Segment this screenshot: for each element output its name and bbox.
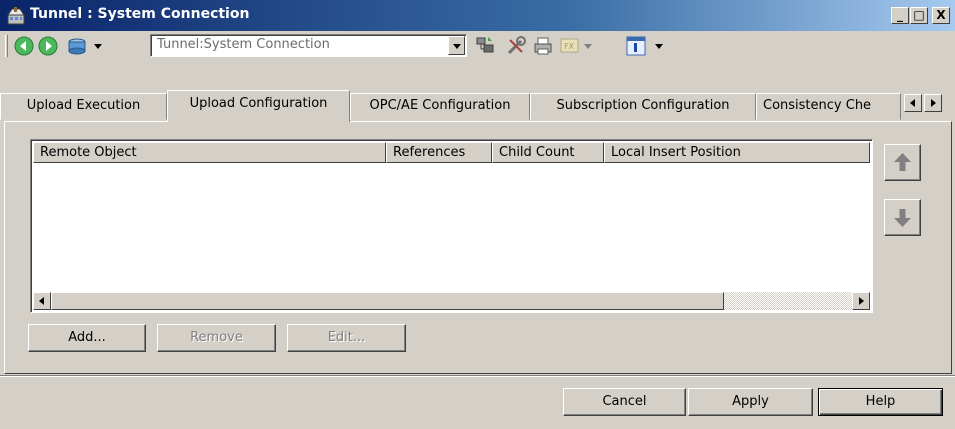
edit-button[interactable]: Edit... xyxy=(287,324,406,352)
caret-right-icon xyxy=(859,297,864,305)
column-header-child-count[interactable]: Child Count xyxy=(492,142,604,163)
info-menu-button[interactable] xyxy=(626,35,668,57)
minimize-button[interactable]: _ xyxy=(891,7,909,24)
arrow-up-icon xyxy=(894,153,911,171)
title-bar: Tunnel : System Connection _ □ X xyxy=(0,0,955,31)
object-icon xyxy=(66,36,88,60)
maximize-button[interactable]: □ xyxy=(910,7,928,24)
back-arrow-icon[interactable] xyxy=(14,36,34,56)
divider xyxy=(0,375,955,377)
column-header-local-insert-position[interactable]: Local Insert Position xyxy=(604,142,870,163)
toolbar: Tunnel:System Connection FX xyxy=(0,31,955,60)
inactive-icon: FX xyxy=(560,37,580,59)
chevron-down-icon xyxy=(453,44,461,49)
minimize-icon: _ xyxy=(897,8,903,22)
chevron-down-icon xyxy=(584,44,592,49)
tab-scroll-right-button[interactable] xyxy=(924,94,942,112)
window-title: Tunnel : System Connection xyxy=(30,6,250,22)
apply-button[interactable]: Apply xyxy=(688,388,813,416)
caret-left-icon xyxy=(39,297,44,305)
forward-arrow-icon[interactable] xyxy=(38,36,58,56)
remove-label: Remove xyxy=(190,330,243,345)
tab-label: Consistency Che xyxy=(763,98,872,113)
info-icon xyxy=(626,36,646,60)
column-header-references[interactable]: References xyxy=(386,142,492,163)
chevron-down-icon xyxy=(655,44,663,49)
toolbar-grip[interactable] xyxy=(5,35,8,57)
path-dropdown-button[interactable] xyxy=(448,36,465,55)
tab-opc-ae-configuration[interactable]: OPC/AE Configuration xyxy=(350,93,530,120)
column-label: References xyxy=(393,145,466,160)
apply-label: Apply xyxy=(732,394,769,409)
help-label: Help xyxy=(865,394,896,409)
tools-icon[interactable] xyxy=(505,35,527,61)
cancel-label: Cancel xyxy=(602,394,647,409)
object-menu-button[interactable] xyxy=(66,35,110,57)
tab-strip: Upload Execution Upload Configuration OP… xyxy=(0,90,955,122)
help-button[interactable]: Help xyxy=(818,388,943,416)
column-header-remote-object[interactable]: Remote Object xyxy=(33,142,386,163)
print-icon[interactable] xyxy=(532,35,554,61)
tab-upload-configuration[interactable]: Upload Configuration xyxy=(167,90,350,122)
horizontal-scrollbar[interactable] xyxy=(33,292,870,310)
scroll-left-button[interactable] xyxy=(33,292,51,310)
add-label: Add... xyxy=(68,330,106,345)
tab-subscription-configuration[interactable]: Subscription Configuration xyxy=(530,93,756,120)
svg-text:FX: FX xyxy=(564,42,575,51)
tab-upload-execution[interactable]: Upload Execution xyxy=(0,93,167,120)
column-label: Local Insert Position xyxy=(611,145,741,160)
inactive-menu-button[interactable]: FX xyxy=(560,35,596,57)
tab-scroll-left-button[interactable] xyxy=(904,94,922,112)
arrow-down-icon xyxy=(894,209,911,227)
move-up-button[interactable] xyxy=(884,144,921,181)
move-down-button[interactable] xyxy=(884,199,921,236)
add-button[interactable]: Add... xyxy=(28,324,146,352)
tab-label: OPC/AE Configuration xyxy=(369,98,511,113)
cancel-button[interactable]: Cancel xyxy=(563,388,686,416)
edit-label: Edit... xyxy=(327,330,366,345)
chevron-down-icon xyxy=(94,44,102,49)
caret-right-icon xyxy=(931,99,936,107)
close-icon: X xyxy=(936,8,946,22)
path-value: Tunnel:System Connection xyxy=(157,37,330,52)
remove-button[interactable]: Remove xyxy=(157,324,276,352)
scrollbar-track[interactable] xyxy=(724,292,852,310)
tab-label: Upload Configuration xyxy=(189,96,328,111)
path-combobox[interactable]: Tunnel:System Connection xyxy=(150,34,467,57)
column-label: Remote Object xyxy=(40,145,137,160)
close-button[interactable]: X xyxy=(932,7,950,24)
tab-consistency-check[interactable]: Consistency Che xyxy=(756,93,901,120)
caret-left-icon xyxy=(910,99,915,107)
tab-label: Subscription Configuration xyxy=(556,98,730,113)
app-icon xyxy=(6,6,26,26)
maximize-icon: □ xyxy=(913,8,925,22)
structure-icon[interactable] xyxy=(474,35,496,61)
column-label: Child Count xyxy=(499,145,575,160)
remote-objects-list[interactable]: Remote Object References Child Count Loc… xyxy=(30,139,873,313)
tab-label: Upload Execution xyxy=(26,98,141,113)
scroll-right-button[interactable] xyxy=(852,292,870,310)
scrollbar-thumb[interactable] xyxy=(51,292,724,310)
